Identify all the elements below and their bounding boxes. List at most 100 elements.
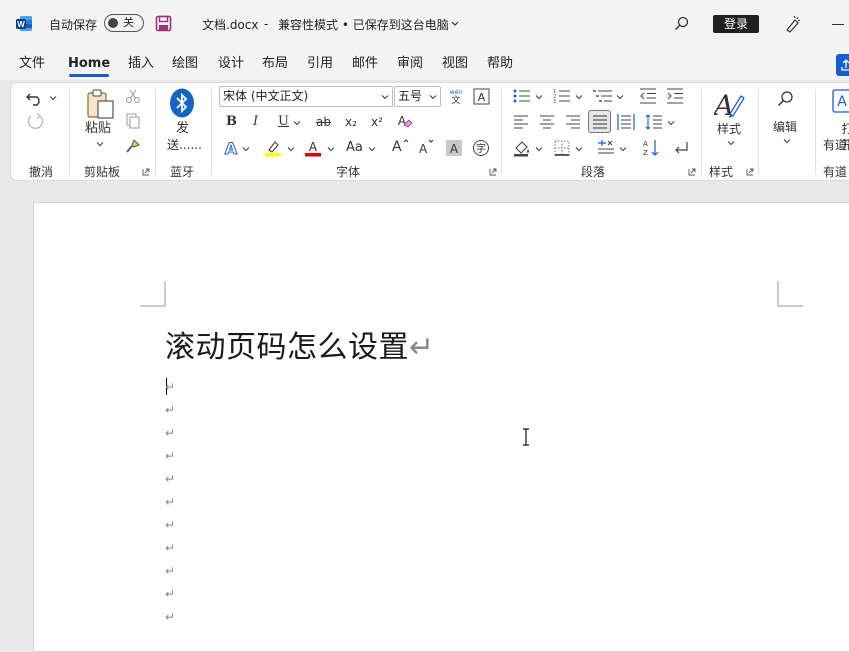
document-status[interactable]: 兼容性模式 • 已保存到这台电脑	[278, 0, 449, 48]
bold-button[interactable]: B	[226, 114, 237, 130]
clipboard-launcher-icon[interactable]	[142, 168, 150, 176]
paragraph-launcher-icon[interactable]	[688, 168, 696, 176]
clear-formatting-icon[interactable]: A	[395, 113, 413, 131]
empty-paragraph-mark[interactable]: ↵	[165, 426, 175, 440]
empty-paragraph-mark[interactable]: ↵	[165, 495, 175, 509]
save-icon[interactable]	[155, 15, 172, 32]
distributed-icon[interactable]	[617, 113, 635, 131]
highlight-color-icon[interactable]	[263, 139, 283, 157]
numbering-icon[interactable]: 1 2 3	[553, 88, 571, 104]
styles-icon[interactable]: A	[714, 88, 746, 120]
borders-icon[interactable]	[553, 139, 571, 157]
copy-icon[interactable]	[125, 113, 141, 129]
justify-button[interactable]	[588, 110, 611, 133]
numbering-dropdown-icon[interactable]	[575, 93, 583, 101]
change-case-button[interactable]: Aa	[346, 140, 363, 156]
bullets-icon[interactable]	[513, 88, 531, 104]
underline-button[interactable]: U	[278, 114, 289, 130]
format-painter-icon[interactable]	[125, 138, 141, 154]
empty-paragraph-mark[interactable]: ↵	[165, 587, 175, 601]
empty-paragraph-mark[interactable]: ↵	[165, 449, 175, 463]
undo-dropdown-icon[interactable]	[49, 94, 57, 102]
translate-icon[interactable]: A	[831, 88, 849, 116]
editing-label[interactable]: 编辑	[773, 119, 797, 135]
document-page[interactable]	[33, 202, 849, 652]
align-right-icon[interactable]	[565, 114, 581, 130]
tab-layout[interactable]: 布局	[262, 48, 288, 80]
underline-dropdown-icon[interactable]	[293, 119, 301, 127]
phonetic-guide-icon[interactable]: wén 文	[447, 87, 465, 105]
tab-mailings[interactable]: 邮件	[352, 48, 378, 80]
show-paragraph-marks-icon[interactable]	[672, 139, 690, 157]
addin-label[interactable]: 有道翻	[823, 137, 849, 153]
change-case-dropdown-icon[interactable]	[368, 145, 376, 153]
font-name-combo[interactable]: 宋体 (中文正文)	[219, 86, 393, 107]
editing-dropdown-icon[interactable]	[783, 137, 791, 145]
bullets-dropdown-icon[interactable]	[535, 93, 543, 101]
tab-insert[interactable]: 插入	[128, 48, 154, 80]
highlight-dropdown-icon[interactable]	[287, 145, 295, 153]
tab-file[interactable]: 文件	[19, 48, 45, 80]
align-left-icon[interactable]	[513, 114, 529, 130]
empty-paragraph-mark[interactable]: ↵	[165, 541, 175, 555]
chinese-layout-icon[interactable]	[596, 139, 616, 157]
font-color-icon[interactable]: A	[304, 139, 322, 157]
redo-icon[interactable]	[25, 113, 45, 131]
minimize-button[interactable]	[832, 24, 844, 25]
borders-dropdown-icon[interactable]	[575, 145, 583, 153]
bluetooth-icon[interactable]	[169, 88, 195, 118]
light-bulb-icon[interactable]	[783, 14, 801, 34]
empty-paragraph-mark[interactable]: ↵	[165, 610, 175, 624]
enclose-characters-icon[interactable]: 字	[472, 139, 490, 157]
text-effects-icon[interactable]: A	[223, 139, 241, 157]
multilevel-list-icon[interactable]	[593, 88, 613, 104]
sort-icon[interactable]: A Z	[641, 138, 661, 158]
chevron-down-icon[interactable]	[451, 21, 459, 27]
font-launcher-icon[interactable]	[489, 168, 497, 176]
document-heading[interactable]: 滚动页码怎么设置↵	[165, 322, 435, 366]
undo-icon[interactable]	[25, 89, 45, 107]
grow-font-button[interactable]: A	[392, 139, 402, 155]
line-spacing-dropdown-icon[interactable]	[667, 119, 675, 127]
document-title[interactable]: 文档.docx	[202, 0, 258, 48]
superscript-button[interactable]: x²	[371, 114, 383, 130]
send-label-line1[interactable]: 发	[176, 121, 189, 137]
send-label-line2[interactable]: 送......	[167, 137, 202, 153]
increase-indent-icon[interactable]	[666, 88, 684, 104]
login-button[interactable]: 登录	[713, 15, 759, 33]
tab-references[interactable]: 引用	[307, 48, 333, 80]
find-icon[interactable]	[777, 90, 795, 108]
tab-view[interactable]: 视图	[442, 48, 468, 80]
empty-paragraph-mark[interactable]: ↵	[165, 380, 175, 394]
character-shading-icon[interactable]: A	[445, 139, 463, 157]
paste-dropdown-icon[interactable]	[96, 140, 104, 148]
text-effects-dropdown-icon[interactable]	[242, 145, 250, 153]
autosave-toggle[interactable]: 关	[104, 14, 144, 32]
shading-dropdown-icon[interactable]	[535, 145, 543, 153]
search-icon[interactable]	[674, 16, 690, 32]
styles-launcher-icon[interactable]	[746, 168, 754, 176]
italic-button[interactable]: I	[253, 114, 258, 130]
align-center-icon[interactable]	[539, 114, 555, 130]
styles-label[interactable]: 样式	[717, 121, 741, 137]
decrease-indent-icon[interactable]	[639, 88, 657, 104]
empty-paragraph-mark[interactable]: ↵	[165, 472, 175, 486]
line-spacing-icon[interactable]	[645, 113, 663, 131]
shrink-font-button[interactable]: A	[419, 141, 427, 157]
tab-help[interactable]: 帮助	[487, 48, 513, 80]
tab-draw[interactable]: 绘图	[172, 48, 198, 80]
subscript-button[interactable]: x₂	[345, 114, 357, 130]
character-border-icon[interactable]: A	[473, 88, 490, 105]
tab-review[interactable]: 审阅	[397, 48, 423, 80]
cut-icon[interactable]	[125, 88, 141, 104]
paste-icon[interactable]	[84, 88, 116, 120]
styles-dropdown-icon[interactable]	[727, 139, 735, 147]
font-size-combo[interactable]: 五号	[394, 86, 441, 107]
empty-paragraph-mark[interactable]: ↵	[165, 403, 175, 417]
shading-icon[interactable]	[513, 139, 531, 157]
share-button[interactable]	[836, 54, 849, 76]
chinese-layout-dropdown-icon[interactable]	[619, 145, 627, 153]
empty-paragraph-mark[interactable]: ↵	[165, 518, 175, 532]
strikethrough-button[interactable]: ab	[316, 114, 331, 130]
paste-label[interactable]: 粘贴	[85, 121, 111, 137]
